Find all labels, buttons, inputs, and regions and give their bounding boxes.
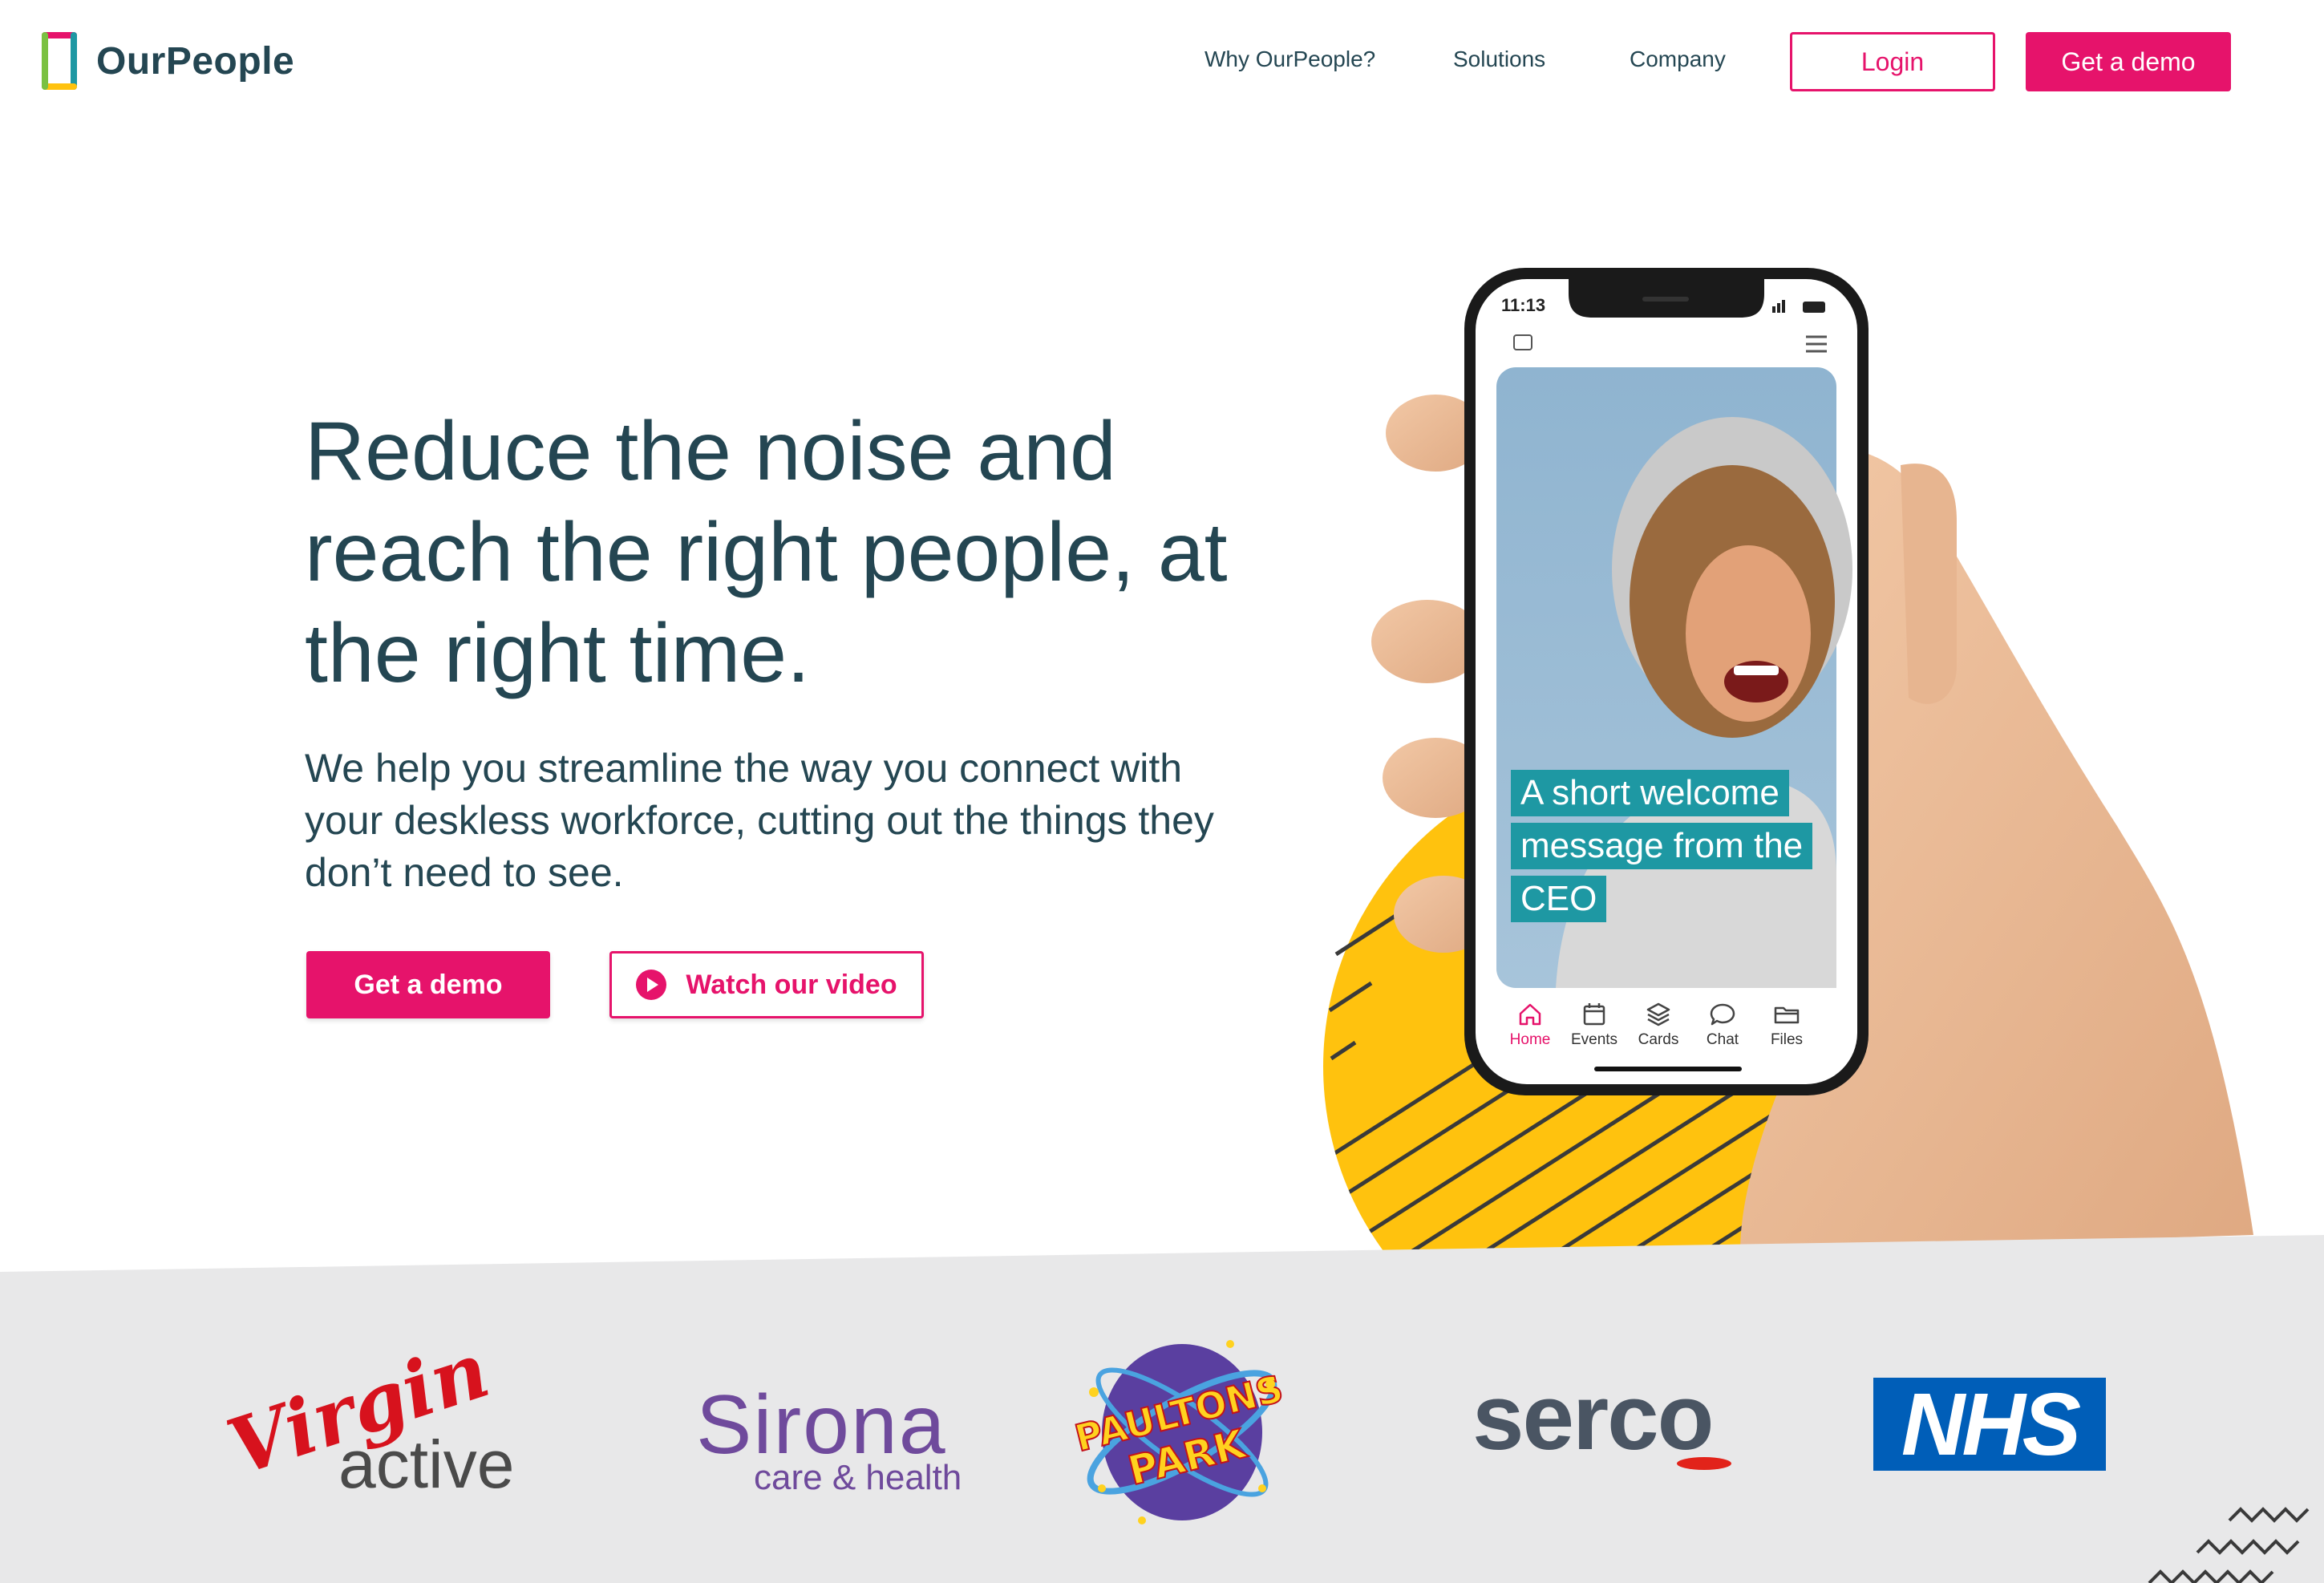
tab-cards-label: Cards — [1638, 1031, 1679, 1048]
phone-tab-bar: Home Events Cards Chat Files — [1498, 1001, 1819, 1049]
chat-bubble-icon — [1710, 1003, 1735, 1026]
nav-company[interactable]: Company — [1630, 47, 1726, 72]
tab-events-label: Events — [1570, 1031, 1618, 1048]
tab-chat[interactable]: Chat — [1690, 1001, 1755, 1049]
serco-logo-swoosh — [1677, 1457, 1731, 1470]
brand-name: OurPeople — [96, 39, 295, 83]
login-button[interactable]: Login — [1790, 32, 1995, 91]
paultons-park-logo: PAULTONS PARK — [1070, 1340, 1288, 1524]
watch-video-button[interactable]: Watch our video — [609, 951, 924, 1018]
calendar-icon — [1583, 1003, 1605, 1026]
tab-home[interactable]: Home — [1498, 1001, 1562, 1049]
nhs-logo-word: NHS — [1901, 1374, 2081, 1474]
caption-line-1: A short welcome — [1511, 770, 1789, 816]
nhs-logo: NHS — [1873, 1375, 2106, 1474]
watch-video-label: Watch our video — [686, 969, 897, 1000]
phone-status-time: 11:13 — [1501, 295, 1546, 315]
caption-line-3: CEO — [1511, 876, 1607, 922]
tab-events[interactable]: Events — [1562, 1001, 1626, 1049]
layers-icon — [1646, 1002, 1670, 1026]
caption-line-2: message from the — [1511, 823, 1813, 869]
nav-why-ourpeople[interactable]: Why OurPeople? — [1205, 47, 1375, 72]
nav-solutions[interactable]: Solutions — [1453, 47, 1545, 72]
brand-logo[interactable]: OurPeople — [40, 32, 294, 90]
hero-headline: Reduce the noise and reach the right peo… — [305, 405, 1228, 700]
phone-in-hand-illustration — [1323, 268, 2253, 1251]
tab-home-label: Home — [1509, 1031, 1551, 1048]
hero-get-demo-button[interactable]: Get a demo — [306, 951, 550, 1018]
play-circle-icon — [636, 970, 667, 1000]
ourpeople-frame-icon — [42, 32, 77, 90]
virgin-active-logo-word: active — [338, 1427, 515, 1502]
ceo-message-caption: A short welcome message from the CEO — [1511, 770, 1832, 929]
header-get-demo-button[interactable]: Get a demo — [2026, 32, 2231, 91]
sirona-logo-subtitle: care & health — [754, 1458, 962, 1497]
home-icon — [1519, 1003, 1541, 1026]
folder-icon — [1774, 1006, 1800, 1024]
tab-cards[interactable]: Cards — [1626, 1001, 1690, 1049]
tab-files[interactable]: Files — [1755, 1001, 1819, 1049]
tab-chat-label: Chat — [1706, 1031, 1739, 1048]
tab-files-label: Files — [1770, 1031, 1804, 1048]
hero-subtext: We help you streamline the way you conne… — [305, 746, 1214, 895]
